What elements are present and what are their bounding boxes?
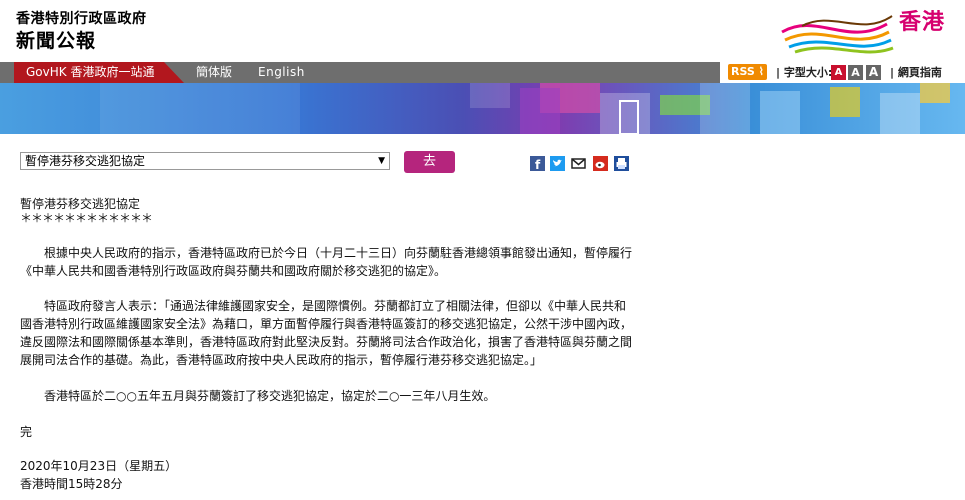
govhk-link[interactable]: GovHK 香港政府一站通: [14, 62, 184, 83]
article-title-stars: ＊＊＊＊＊＊＊＊＊＊＊＊: [20, 211, 153, 225]
weibo-icon[interactable]: [593, 156, 608, 171]
site-guide-link[interactable]: | 網頁指南: [890, 62, 942, 83]
twitter-icon[interactable]: [550, 156, 565, 171]
rss-label: RSS: [731, 65, 755, 78]
svg-text:f: f: [535, 158, 541, 171]
rss-button[interactable]: RSS ⌇: [728, 64, 768, 80]
font-size-label: | 字型大小:: [776, 66, 833, 79]
email-icon[interactable]: [571, 156, 586, 171]
paragraph-1-line-1: 根據中央人民政府的指示，香港特區政府已於今日（十月二十三日）向芬蘭駐香港總領事館…: [20, 246, 633, 260]
end-marker: 完: [20, 425, 33, 439]
top-nav-bar: GovHK 香港政府一站通 簡体版 English RSS ⌇ | 字型大小: …: [0, 62, 965, 83]
header-banner-image: [0, 83, 965, 134]
page-title: 新聞公報: [16, 30, 97, 52]
press-release-select[interactable]: 暫停港芬移交逃犯協定 ▼: [20, 152, 390, 170]
rss-icon: ⌇: [758, 65, 765, 78]
english-link[interactable]: English: [258, 62, 305, 83]
print-icon[interactable]: [614, 156, 629, 171]
paragraph-2-line-1: 特區政府發言人表示：「通過法律維護國家安全，是國際慣例。芬蘭都訂立了相關法律，但…: [20, 299, 627, 313]
paragraph-2-line-3: 違反國際法和國際關係基本準則，香港特區政府對此堅決反對。芬蘭將司法合作政治化，損…: [20, 335, 633, 349]
org-name: 香港特別行政區政府: [16, 11, 147, 27]
go-button[interactable]: 去: [404, 151, 455, 173]
release-time: 香港時間15時28分: [20, 477, 123, 491]
font-size-small-button[interactable]: A: [831, 65, 846, 80]
paragraph-2-line-2: 國香港特別行政區維護國家安全法》為藉口，單方面暫停履行與香港特區簽訂的移交逃犯協…: [20, 317, 633, 331]
brand-text: 香港: [898, 10, 945, 35]
release-date: 2020年10月23日（星期五）: [20, 459, 178, 473]
font-size-large-button[interactable]: A: [866, 65, 881, 80]
select-value: 暫停港芬移交逃犯協定: [25, 154, 146, 168]
utility-bar: RSS ⌇ | 字型大小: A A A | 網頁指南: [720, 62, 965, 83]
paragraph-3: 香港特區於二○○五年五月與芬蘭簽訂了移交逃犯協定，協定於二○一三年八月生效。: [20, 389, 496, 403]
simplified-chinese-link[interactable]: 簡体版: [196, 62, 232, 83]
chevron-down-icon: ▼: [378, 156, 385, 166]
font-size-medium-button[interactable]: A: [848, 65, 863, 80]
facebook-icon[interactable]: f: [530, 156, 545, 171]
paragraph-1-line-2: 《中華人民共和國香港特別行政區政府與芬蘭共和國政府關於移交逃犯的協定》。: [20, 264, 447, 278]
paragraph-2-line-4: 展開司法合作的基礎。為此，香港特區政府按中央人民政府的指示，暫停履行港芬移交逃犯…: [20, 353, 543, 367]
site-header: 香港特別行政區政府 新聞公報 香港: [0, 0, 965, 62]
